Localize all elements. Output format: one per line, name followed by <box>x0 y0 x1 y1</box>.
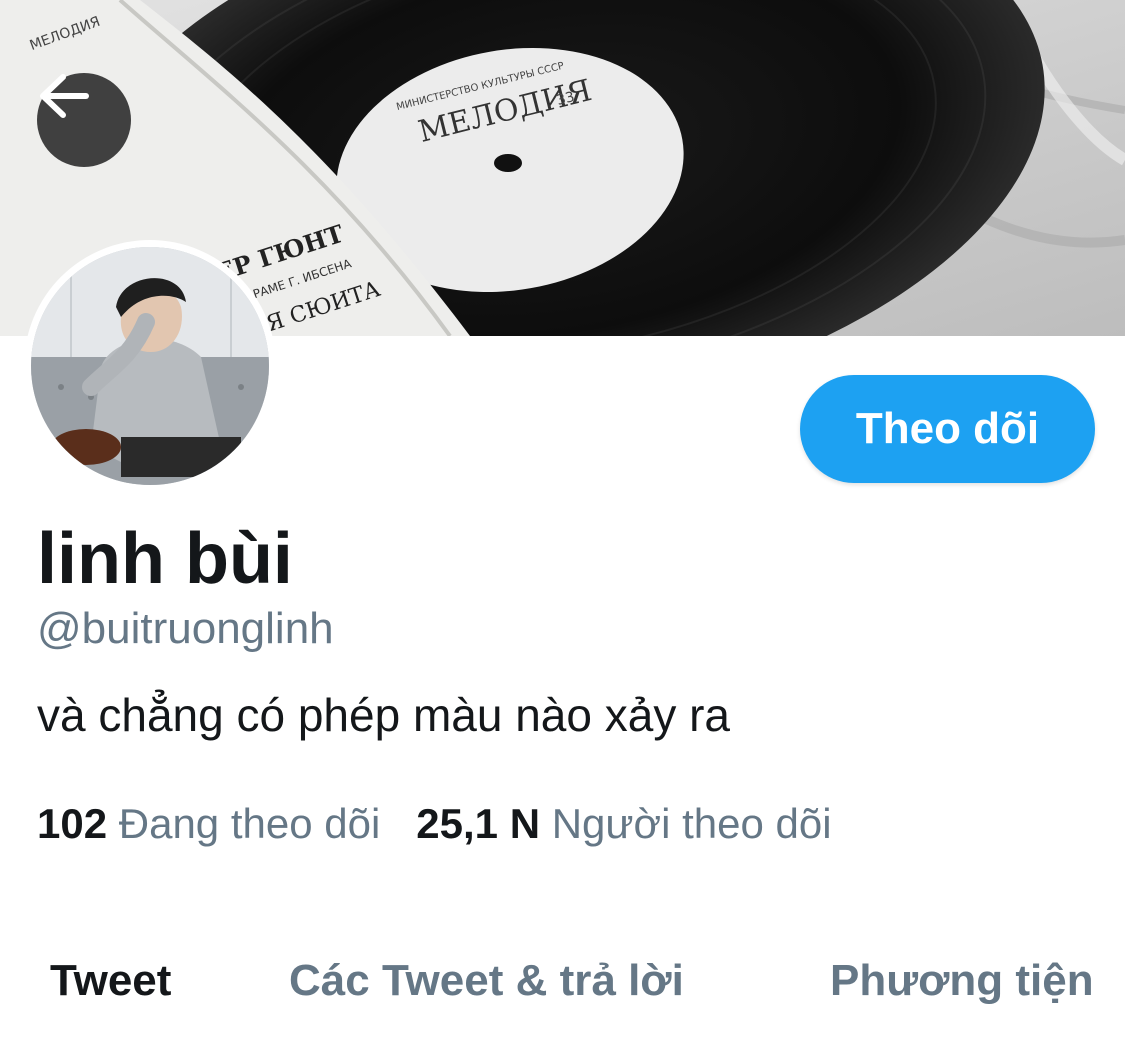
avatar[interactable] <box>24 240 276 492</box>
following-count: 102 <box>37 800 108 847</box>
follow-button[interactable]: Theo dõi <box>800 375 1095 483</box>
avatar-image <box>31 247 269 485</box>
arrow-left-icon <box>40 74 89 118</box>
profile-page: МЕЛОДИЯ МИНИСТЕРСТВО КУЛЬТУРЫ СССР 33 ЕР… <box>0 0 1125 1043</box>
followers-stat[interactable]: 25,1 N Người theo dõi <box>416 800 831 848</box>
tab-tweets[interactable]: Tweet <box>50 956 171 1006</box>
tab-media[interactable]: Phương tiện <box>830 956 1094 1006</box>
followers-count: 25,1 N <box>416 800 541 847</box>
back-button[interactable] <box>37 73 131 167</box>
following-label: Đang theo dõi <box>118 800 381 847</box>
profile-tabs: Tweet Các Tweet & trả lời Phương tiện <box>0 948 1125 1028</box>
username-handle: @buitruonglinh <box>37 604 334 653</box>
tab-tweets-and-replies[interactable]: Các Tweet & trả lời <box>289 956 684 1006</box>
following-stat[interactable]: 102 Đang theo dõi <box>37 800 380 848</box>
follow-stats: 102 Đang theo dõi 25,1 N Người theo dõi <box>37 800 832 848</box>
profile-bio: và chẳng có phép màu nào xảy ra <box>37 689 731 741</box>
display-name: linh bùi <box>37 519 293 599</box>
followers-label: Người theo dõi <box>551 800 832 847</box>
